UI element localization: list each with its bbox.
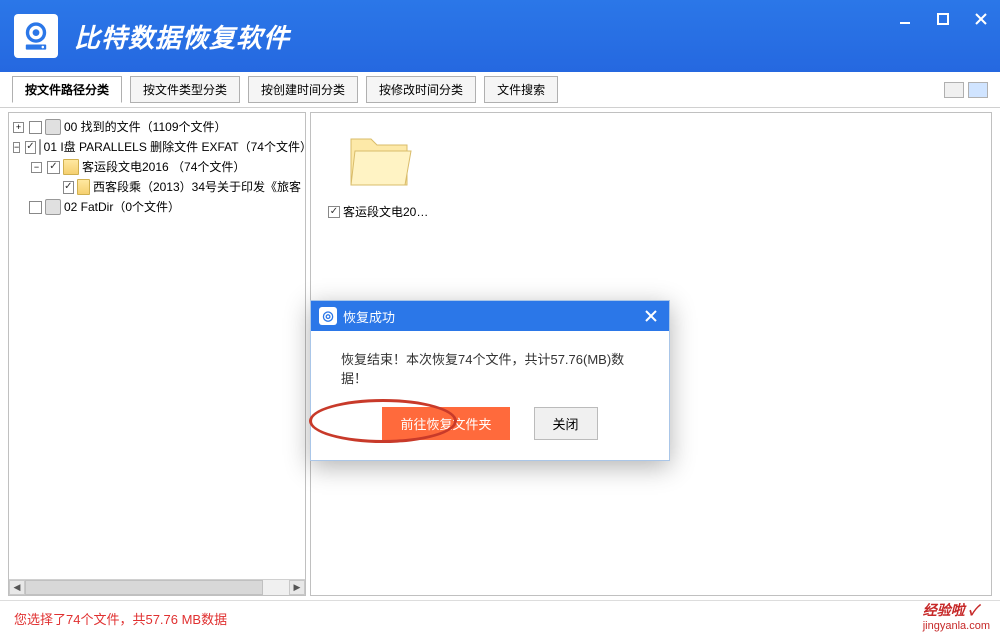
collapse-icon[interactable]: − (13, 142, 20, 153)
dialog-icon: ◎ (319, 307, 337, 325)
tab-by-path[interactable]: 按文件路径分类 (12, 76, 122, 103)
view-toggle-group (944, 82, 988, 98)
tree-label: 客运段文电2016 （74个文件） (82, 158, 245, 176)
view-list-icon[interactable] (944, 82, 964, 98)
folder-icon (63, 159, 79, 175)
tree-panel[interactable]: + 00 找到的文件（1109个文件） − 01 I盘 PARALLELS 删除… (8, 112, 306, 596)
close-dialog-button[interactable]: 关闭 (534, 407, 598, 440)
maximize-button[interactable] (932, 8, 954, 30)
close-button[interactable] (970, 8, 992, 30)
recovery-success-dialog: ◎ 恢复成功 恢复结束！本次恢复74个文件，共计57.76(MB)数据！ 前往恢… (310, 300, 670, 461)
app-title: 比特数据恢复软件 (74, 18, 290, 55)
drive-icon (39, 139, 41, 155)
horizontal-scrollbar[interactable]: ◀ ▶ (9, 579, 305, 595)
tree-label: 01 I盘 PARALLELS 删除文件 EXFAT（74个文件） (44, 138, 306, 156)
watermark-main: 经验啦 ✓ (923, 602, 978, 618)
spacer (49, 182, 58, 193)
tab-search[interactable]: 文件搜索 (484, 76, 558, 103)
folder-thumbnail (340, 127, 420, 197)
checkbox[interactable] (63, 181, 74, 194)
go-to-folder-button[interactable]: 前往恢复文件夹 (382, 407, 509, 440)
checkbox[interactable] (25, 141, 35, 154)
minimize-button[interactable] (894, 8, 916, 30)
tree-node-subfolder[interactable]: 西客段乘（2013）34号关于印发《旅客 (49, 177, 301, 197)
tree-node-i-drive[interactable]: − 01 I盘 PARALLELS 删除文件 EXFAT（74个文件） (13, 137, 301, 157)
spacer (13, 202, 24, 213)
dialog-close-button[interactable] (641, 306, 661, 326)
scroll-right-icon[interactable]: ▶ (289, 580, 305, 595)
dialog-message: 恢复结束！本次恢复74个文件，共计57.76(MB)数据！ (331, 349, 649, 387)
file-tree: + 00 找到的文件（1109个文件） − 01 I盘 PARALLELS 删除… (9, 113, 305, 221)
tab-by-created[interactable]: 按创建时间分类 (248, 76, 358, 103)
dialog-body: 恢复结束！本次恢复74个文件，共计57.76(MB)数据！ 前往恢复文件夹 关闭 (311, 331, 669, 460)
dialog-title-text: 恢复成功 (343, 307, 395, 326)
drive-icon (45, 199, 61, 215)
tab-by-modified[interactable]: 按修改时间分类 (366, 76, 476, 103)
view-grid-icon[interactable] (968, 82, 988, 98)
checkbox[interactable] (29, 121, 42, 134)
status-text: 您选择了74个文件，共57.76 MB数据 (14, 609, 227, 628)
tree-node-found[interactable]: + 00 找到的文件（1109个文件） (13, 117, 301, 137)
tab-by-type[interactable]: 按文件类型分类 (130, 76, 240, 103)
folder-icon (77, 179, 90, 195)
tab-row: 按文件路径分类 按文件类型分类 按创建时间分类 按修改时间分类 文件搜索 (0, 72, 1000, 108)
checkbox[interactable] (29, 201, 42, 214)
status-bar: 您选择了74个文件，共57.76 MB数据 (0, 600, 1000, 636)
collapse-icon[interactable]: − (31, 162, 42, 173)
checkbox[interactable] (47, 161, 60, 174)
app-logo (14, 14, 58, 58)
drive-icon (45, 119, 61, 135)
file-item[interactable]: 客运段文电2016... (325, 127, 435, 220)
tree-node-fatdir[interactable]: 02 FatDir（0个文件） (13, 197, 301, 217)
file-name: 客运段文电2016... (343, 203, 435, 220)
scroll-thumb[interactable] (25, 580, 263, 595)
watermark-sub: jingyanla.com (923, 620, 990, 632)
tree-node-folder[interactable]: − 客运段文电2016 （74个文件） (31, 157, 301, 177)
tree-label: 02 FatDir（0个文件） (64, 198, 180, 216)
tree-label: 00 找到的文件（1109个文件） (64, 118, 227, 136)
checkbox[interactable] (328, 206, 340, 218)
watermark: 经验啦 ✓ jingyanla.com (923, 600, 990, 632)
tree-label: 西客段乘（2013）34号关于印发《旅客 (93, 178, 301, 196)
dialog-titlebar: ◎ 恢复成功 (311, 301, 669, 331)
expand-icon[interactable]: + (13, 122, 24, 133)
scroll-left-icon[interactable]: ◀ (9, 580, 25, 595)
title-bar: 比特数据恢复软件 (0, 0, 1000, 72)
